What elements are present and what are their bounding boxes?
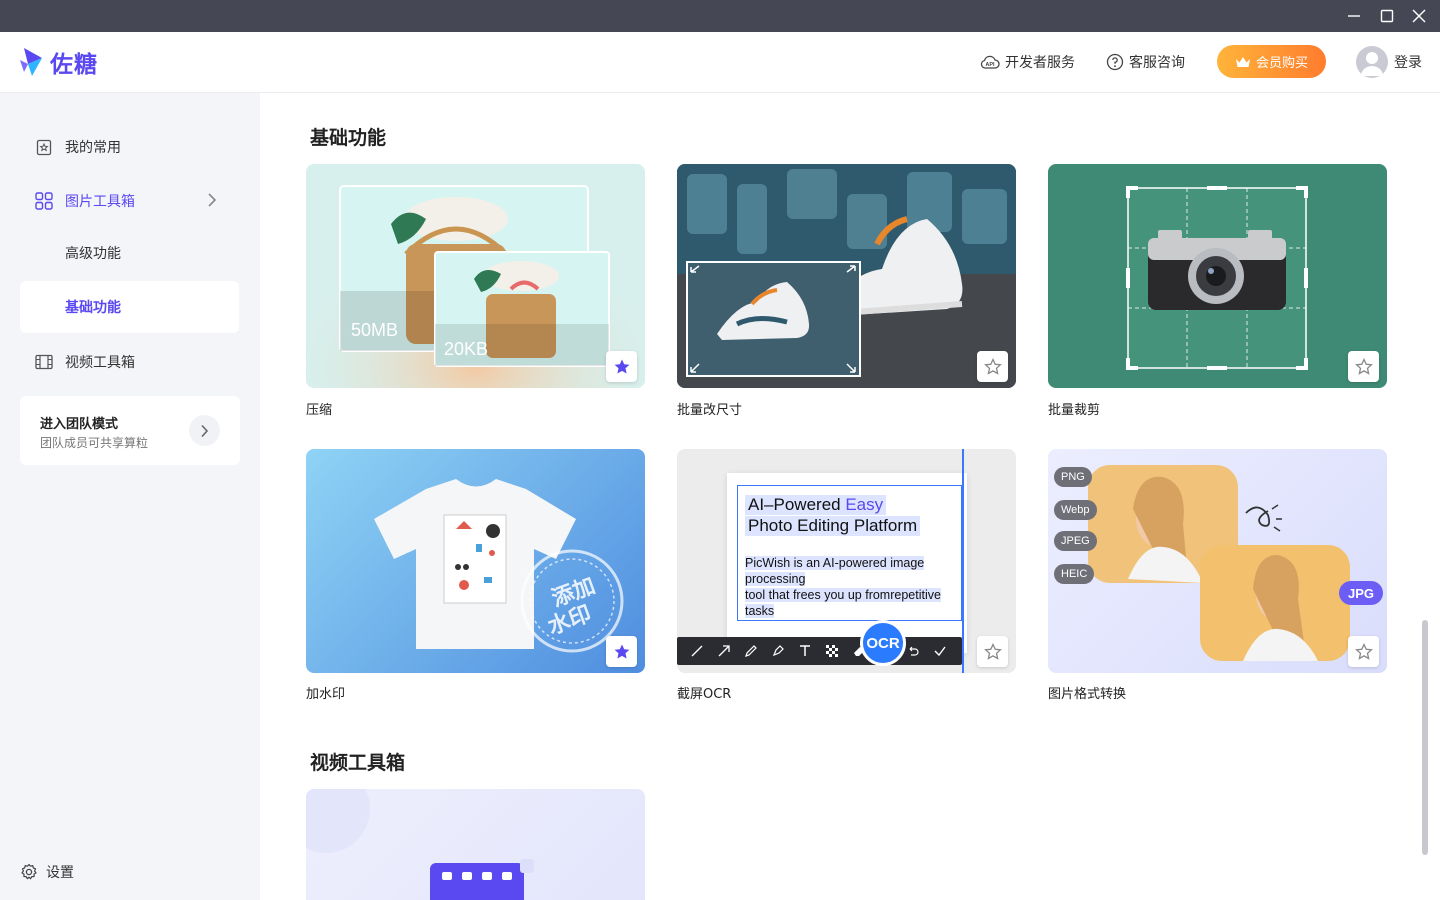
vip-purchase-label: 会员购买 (1255, 56, 1308, 71)
avatar[interactable] (1356, 46, 1388, 78)
customer-service-label: 客服咨询 (1129, 55, 1185, 71)
chevron-right-icon (207, 192, 217, 212)
batch-resize-illustration (677, 164, 1016, 388)
crown-icon (1235, 56, 1251, 68)
format-tag-png: PNG (1054, 467, 1092, 487)
developer-service-label: 开发者服务 (1005, 55, 1075, 71)
api-cloud-icon: API (980, 55, 1000, 69)
window-title-bar (0, 0, 1440, 32)
developer-service-link[interactable]: API 开发者服务 (980, 51, 1075, 73)
confirm-check-icon (926, 644, 953, 658)
logo-icon (20, 48, 42, 76)
grid-icon (35, 192, 53, 210)
favorite-star-icon[interactable] (977, 351, 1008, 382)
favorite-star-icon[interactable] (977, 636, 1008, 667)
tool-card-screenshot-ocr[interactable]: AI–Powered Easy Photo Editing Platform P… (677, 449, 1016, 673)
tool-card-compress[interactable]: 50MB 20KB (306, 164, 645, 388)
tool-card-format-convert[interactable]: PNG Webp JPEG HEIC JPG (1048, 449, 1387, 673)
tool-card-label: 批量裁剪 (1048, 403, 1101, 418)
format-convert-illustration (1088, 465, 1350, 661)
pen-tool-icon (737, 644, 764, 658)
app-header: 佐糖 API 开发者服务 客服咨询 会员购买 登录 (0, 32, 1440, 93)
tool-card-video[interactable] (306, 789, 645, 900)
line-tool-icon (683, 644, 710, 658)
team-mode-arrow-icon[interactable] (189, 415, 220, 446)
settings-link[interactable]: 设置 (20, 862, 74, 882)
original-size-label: 50MB (351, 320, 399, 340)
tool-card-label: 加水印 (306, 687, 346, 702)
minimize-icon[interactable] (1337, 0, 1371, 32)
section-title-basic: 基础功能 (310, 127, 387, 149)
format-tag-webp: Webp (1054, 500, 1097, 520)
gear-icon (20, 863, 38, 881)
film-icon (35, 353, 53, 371)
ocr-demo-document: AI–Powered Easy Photo Editing Platform P… (727, 473, 967, 653)
arrow-tool-icon (710, 644, 737, 658)
sidebar-item-label: 视频工具箱 (65, 355, 135, 371)
app-logo[interactable]: 佐糖 (18, 45, 98, 79)
help-circle-icon (1106, 53, 1124, 71)
tool-card-label: 批量改尺寸 (677, 403, 743, 418)
favorite-star-icon[interactable] (606, 351, 637, 382)
tool-card-batch-crop[interactable] (1048, 164, 1387, 388)
tool-card-label: 压缩 (306, 403, 333, 418)
main-scrollbar[interactable] (1422, 620, 1428, 855)
text-tool-icon (791, 644, 818, 658)
tool-card-label: 图片格式转换 (1048, 687, 1127, 702)
sidebar-item-label: 基础功能 (65, 300, 121, 316)
customer-service-link[interactable]: 客服咨询 (1106, 51, 1185, 73)
team-mode-subtitle: 团队成员可共享算粒 (40, 436, 149, 450)
close-icon[interactable] (1402, 0, 1436, 32)
favorite-star-icon[interactable] (1348, 351, 1379, 382)
login-link[interactable]: 登录 (1394, 52, 1422, 72)
section-title-video: 视频工具箱 (310, 752, 406, 774)
video-illustration (306, 789, 534, 900)
format-tag-heic: HEIC (1054, 564, 1095, 584)
main-content: 基础功能 50MB 20KB 压缩 批量改尺寸 批量裁剪 添加 水印 加水印 A… (260, 93, 1440, 900)
vip-purchase-button[interactable]: 会员购买 (1217, 45, 1326, 78)
sidebar-item-label: 图片工具箱 (65, 194, 135, 210)
favorite-star-icon[interactable] (606, 636, 637, 667)
watermark-illustration: 添加 水印 (374, 479, 624, 653)
tool-card-watermark[interactable]: 添加 水印 (306, 449, 645, 673)
marker-tool-icon (764, 644, 791, 658)
format-tag-jpeg: JPEG (1054, 531, 1097, 551)
ocr-button: OCR (860, 620, 906, 666)
team-mode-card[interactable]: 进入团队模式 团队成员可共享算粒 (20, 396, 240, 465)
sidebar-item-basic[interactable]: 基础功能 (20, 281, 239, 333)
maximize-icon[interactable] (1370, 0, 1404, 32)
mosaic-tool-icon (818, 644, 845, 658)
batch-crop-illustration (1126, 186, 1308, 370)
settings-label: 设置 (46, 865, 74, 881)
svg-text:API: API (985, 62, 995, 68)
sidebar-item-favorites[interactable]: 我的常用 (20, 121, 239, 173)
ocr-toolbar (677, 637, 962, 665)
team-mode-title: 进入团队模式 (40, 417, 119, 432)
svg-text:水印: 水印 (545, 602, 595, 641)
sidebar-item-label: 高级功能 (65, 246, 121, 262)
format-tag-jpg: JPG (1338, 581, 1383, 605)
sidebar-item-advanced[interactable]: 高级功能 (20, 227, 239, 279)
sidebar-item-label: 我的常用 (65, 140, 121, 156)
tool-card-batch-resize[interactable] (677, 164, 1016, 388)
tool-card-label: 截屏OCR (677, 687, 732, 702)
sidebar-item-image-toolbox[interactable]: 图片工具箱 (20, 175, 239, 227)
ocr-selection-box (737, 485, 962, 621)
sidebar: 我的常用 图片工具箱 高级功能 基础功能 视频工具箱 进入团队模式 团队成员可共… (0, 93, 260, 900)
favorites-icon (35, 138, 53, 156)
app-name: 佐糖 (50, 52, 98, 78)
ocr-selection-edge (962, 449, 964, 673)
sidebar-item-video-toolbox[interactable]: 视频工具箱 (20, 336, 239, 388)
favorite-star-icon[interactable] (1348, 636, 1379, 667)
compressed-size-label: 20KB (444, 339, 489, 359)
